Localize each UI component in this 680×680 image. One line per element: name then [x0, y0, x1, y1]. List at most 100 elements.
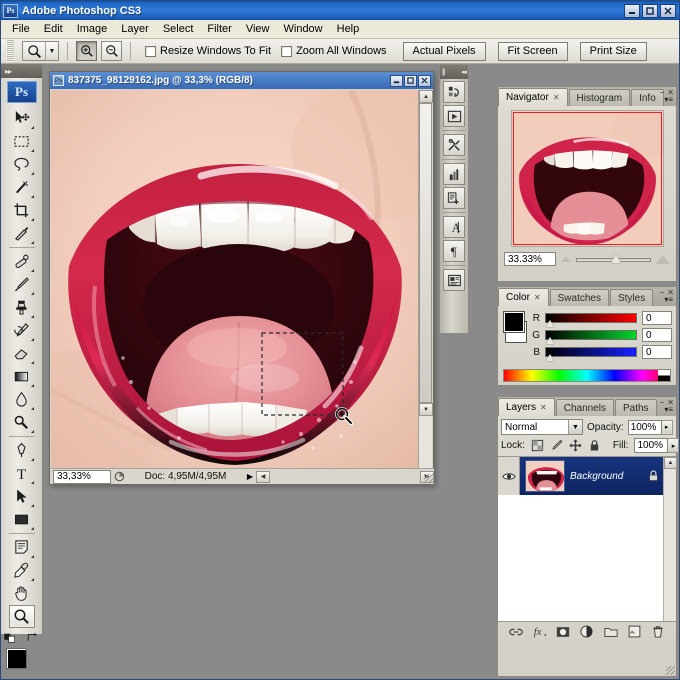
menu-view[interactable]: View	[239, 21, 277, 37]
tool-presets-icon[interactable]	[443, 134, 465, 156]
panel-menu-icon[interactable]: ▾≡	[664, 296, 673, 304]
lock-image-pixels-icon[interactable]	[550, 439, 563, 452]
menu-edit[interactable]: Edit	[37, 21, 70, 37]
opacity-stepper-icon[interactable]: ▸	[662, 420, 673, 435]
vertical-scroll-thumb[interactable]	[419, 103, 432, 403]
scroll-down-button[interactable]: ▼	[419, 403, 433, 416]
lock-all-icon[interactable]	[588, 439, 601, 452]
zoom-in-button[interactable]	[76, 41, 97, 61]
tool-preset-caret-icon[interactable]: ▼	[45, 42, 58, 60]
table-row[interactable]: Background	[498, 457, 676, 495]
menu-window[interactable]: Window	[277, 21, 330, 37]
adjustment-layer-icon[interactable]	[579, 624, 595, 640]
green-value-field[interactable]: 0	[642, 328, 672, 342]
navigator-zoom-slider[interactable]	[576, 255, 651, 264]
close-icon[interactable]: ✕	[534, 293, 541, 302]
navigator-zoom-field[interactable]: 33.33%	[504, 252, 556, 266]
close-icon[interactable]: ✕	[553, 93, 560, 102]
foreground-color-swatch[interactable]	[503, 311, 525, 333]
crop-tool[interactable]	[9, 199, 35, 222]
actions-icon[interactable]	[443, 105, 465, 127]
document-close-button[interactable]	[418, 75, 431, 87]
dock-collapse-header[interactable]: ||| ◂◂	[440, 65, 468, 79]
color-panel-swatches[interactable]	[503, 311, 527, 343]
path-selection-tool[interactable]	[9, 485, 35, 508]
scroll-up-button[interactable]: ▲	[419, 90, 433, 103]
opacity-field[interactable]: 100%	[628, 420, 662, 435]
document-vertical-scrollbar[interactable]: ▲ ▼	[418, 90, 432, 468]
document-canvas[interactable]	[51, 90, 419, 468]
blue-slider[interactable]	[545, 347, 637, 357]
magic-wand-tool[interactable]	[9, 176, 35, 199]
tab-swatches[interactable]: Swatches	[550, 289, 609, 306]
tab-channels[interactable]: Channels	[556, 399, 614, 416]
active-tool-chip[interactable]: ▼	[22, 41, 59, 61]
toolbox-collapse-header[interactable]: ▸▸	[1, 64, 42, 78]
eraser-tool[interactable]	[9, 342, 35, 365]
lock-transparent-pixels-icon[interactable]	[531, 439, 544, 452]
maximize-button[interactable]	[642, 4, 658, 18]
layers-panel-resize-grip[interactable]	[666, 666, 675, 675]
navigator-thumbnail[interactable]	[511, 110, 664, 247]
foreground-color-swatch[interactable]	[6, 648, 27, 669]
foreground-background-color[interactable]	[6, 648, 38, 678]
eyedropper-tool[interactable]	[9, 559, 35, 582]
actual-pixels-button[interactable]: Actual Pixels	[403, 42, 486, 61]
close-icon[interactable]: ✕	[540, 403, 547, 412]
layer-comps-icon[interactable]	[443, 269, 465, 291]
scroll-up-button[interactable]: ▲	[664, 457, 677, 469]
new-group-icon[interactable]	[603, 624, 619, 640]
print-size-button[interactable]: Print Size	[580, 42, 647, 61]
delete-layer-icon[interactable]	[650, 624, 666, 640]
menu-layer[interactable]: Layer	[114, 21, 156, 37]
navigator-view-box[interactable]	[513, 112, 662, 245]
red-slider[interactable]	[545, 313, 637, 323]
scroll-left-button[interactable]: ◀	[256, 471, 270, 483]
layer-mask-icon[interactable]	[555, 624, 571, 640]
document-zoom-field[interactable]: 33,33%	[53, 470, 111, 484]
checkbox-box[interactable]	[145, 46, 156, 57]
zoom-in-icon[interactable]	[656, 255, 670, 264]
zoom-all-windows-checkbox[interactable]: Zoom All Windows	[281, 45, 386, 57]
zoom-out-icon[interactable]	[561, 256, 571, 262]
options-bar-grip[interactable]	[7, 40, 14, 62]
fill-stepper-icon[interactable]: ▸	[668, 438, 679, 453]
tab-color[interactable]: Color ✕	[498, 288, 549, 306]
layer-name[interactable]: Background	[570, 471, 644, 482]
tab-navigator[interactable]: Navigator ✕	[498, 88, 568, 106]
slice-tool[interactable]	[9, 222, 35, 245]
fit-screen-button[interactable]: Fit Screen	[498, 42, 568, 61]
clone-source-icon[interactable]	[443, 187, 465, 209]
panel-menu-icon[interactable]: ▾≡	[664, 96, 673, 104]
slider-knob[interactable]	[611, 254, 621, 263]
tab-histogram[interactable]: Histogram	[569, 89, 631, 106]
menu-image[interactable]: Image	[70, 21, 115, 37]
slider-knob[interactable]	[546, 320, 554, 327]
link-layers-icon[interactable]	[508, 624, 524, 640]
notes-tool[interactable]	[9, 536, 35, 559]
close-button[interactable]	[660, 4, 676, 18]
history-icon[interactable]	[443, 81, 465, 103]
red-value-field[interactable]: 0	[642, 311, 672, 325]
clone-stamp-tool[interactable]	[9, 296, 35, 319]
document-titlebar[interactable]: Ps 837375_98129162.jpg @ 33,3% (RGB/8)	[50, 72, 433, 89]
history-brush-tool[interactable]	[9, 319, 35, 342]
menu-select[interactable]: Select	[156, 21, 201, 37]
status-menu-arrow-icon[interactable]: ▶	[244, 472, 256, 481]
lock-position-icon[interactable]	[569, 439, 582, 452]
rectangle-shape-tool[interactable]	[9, 508, 35, 531]
slider-knob[interactable]	[546, 337, 554, 344]
menu-filter[interactable]: Filter	[200, 21, 238, 37]
character-icon[interactable]: A	[443, 216, 465, 238]
rectangular-marquee-tool[interactable]	[9, 130, 35, 153]
document-minimize-button[interactable]	[390, 75, 403, 87]
blur-tool[interactable]	[9, 388, 35, 411]
new-layer-icon[interactable]	[626, 624, 642, 640]
brushes-icon[interactable]	[443, 163, 465, 185]
lasso-tool[interactable]	[9, 153, 35, 176]
green-slider[interactable]	[545, 330, 637, 340]
color-spectrum-ramp[interactable]	[503, 369, 671, 382]
minimize-button[interactable]	[624, 4, 640, 18]
tab-styles[interactable]: Styles	[610, 289, 653, 306]
status-preview-icon[interactable]	[111, 471, 127, 482]
